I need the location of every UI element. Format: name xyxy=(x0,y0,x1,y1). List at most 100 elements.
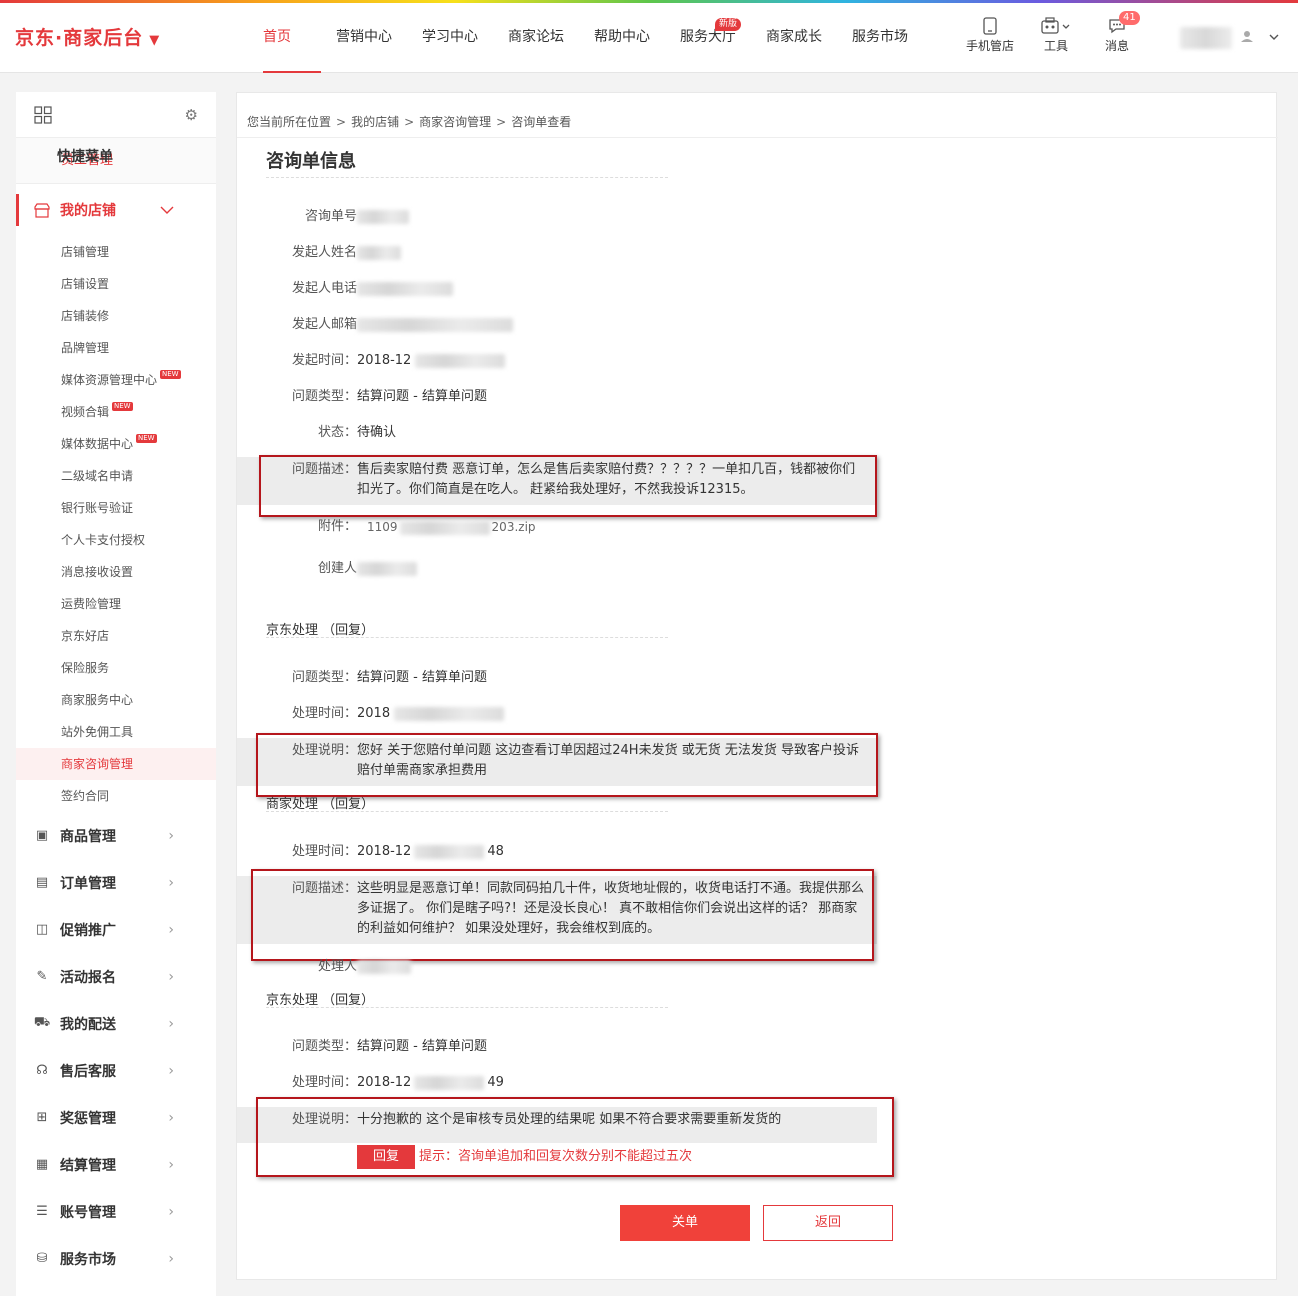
user-icon xyxy=(1241,31,1253,42)
blurred-value xyxy=(357,959,411,974)
sidebar-item-domain[interactable]: 二级域名申请 xyxy=(16,460,216,492)
jd-reply-2-title: 京东处理 （回复） xyxy=(266,993,375,1008)
sidebar-item-contract[interactable]: 签约合同 xyxy=(16,780,216,812)
nav-growth[interactable]: 商家成长 xyxy=(751,3,837,73)
sidebar-item-media-data[interactable]: 媒体数据中心 NEW xyxy=(16,428,216,460)
blurred-value xyxy=(357,209,409,224)
breadcrumb: 您当前所在位置 > 我的店铺 > 商家咨询管理 > 咨询单查看 xyxy=(247,115,572,129)
sidebar-item-freight-insurance[interactable]: 运费险管理 xyxy=(16,588,216,620)
sidebar-group-account[interactable]: ☰ 账号管理 › xyxy=(16,1188,216,1235)
user-menu[interactable] xyxy=(1240,29,1280,47)
highlight-box xyxy=(256,733,878,797)
sidebar-group-market[interactable]: ⛁ 服务市场 › xyxy=(16,1235,216,1282)
back-button[interactable]: 返回 xyxy=(763,1205,893,1241)
section-divider xyxy=(266,1007,668,1008)
sidebar-item-video[interactable]: 视频合辑 NEW xyxy=(16,396,216,428)
nav-service-market[interactable]: 服务市场 xyxy=(837,3,923,73)
chevron-down-icon xyxy=(160,206,174,214)
breadcrumb-current: 咨询单查看 xyxy=(511,115,572,129)
sidebar-group-goods[interactable]: ▣ 商品管理 › xyxy=(16,812,216,859)
truck-icon: ⛟ xyxy=(33,1015,51,1030)
quick-menu-title: 快捷菜单 xyxy=(57,149,113,165)
mobile-store-tool[interactable]: 手机管店 xyxy=(960,17,1020,54)
sidebar-item-store-decor[interactable]: 店铺装修 xyxy=(16,300,216,332)
sidebar-group-settlement[interactable]: ▦ 结算管理 › xyxy=(16,1141,216,1188)
chevron-right-icon: › xyxy=(168,1015,174,1032)
message-count-badge: 41 xyxy=(1119,11,1140,25)
nav-home[interactable]: 首页 xyxy=(263,3,321,73)
status-value: 待确认 xyxy=(357,425,397,440)
chevron-right-icon: › xyxy=(168,921,174,938)
chevron-right-icon: › xyxy=(168,874,174,891)
blurred-value xyxy=(357,281,453,296)
toolbox-icon xyxy=(1041,17,1070,34)
sidebar-item-jd-good-store[interactable]: 京东好店 xyxy=(16,620,216,652)
breadcrumb-my-store[interactable]: 我的店铺 xyxy=(351,115,399,129)
sidebar-item-store-manage[interactable]: 店铺管理 xyxy=(16,236,216,268)
user-name-blurred[interactable] xyxy=(1180,27,1232,49)
sidebar-item-insurance[interactable]: 保险服务 xyxy=(16,652,216,684)
chevron-right-icon: › xyxy=(168,1203,174,1220)
section-divider xyxy=(266,811,668,812)
nav-service-hall[interactable]: 服务大厅 新版 xyxy=(665,3,751,73)
sidebar-group-promotion[interactable]: ◫ 促销推广 › xyxy=(16,906,216,953)
blurred-value xyxy=(399,520,490,535)
blurred-value xyxy=(394,706,505,721)
blurred-value xyxy=(357,317,513,332)
nav-learning[interactable]: 学习中心 xyxy=(407,3,493,73)
title-divider xyxy=(266,177,668,178)
chevron-right-icon: › xyxy=(168,968,174,985)
quick-item-staff[interactable]: 员工管理 xyxy=(16,138,216,184)
blurred-value xyxy=(357,245,401,260)
sidebar-item-offsite-tool[interactable]: 站外免佣工具 xyxy=(16,716,216,748)
chevron-down-icon xyxy=(1269,34,1279,40)
sidebar-item-media-resource[interactable]: 媒体资源管理中心 NEW xyxy=(16,364,216,396)
chevron-right-icon: › xyxy=(168,1062,174,1079)
sidebar-group-aftersale[interactable]: ☊ 售后客服 › xyxy=(16,1047,216,1094)
chevron-right-icon: › xyxy=(168,1156,174,1173)
sidebar-item-card-auth[interactable]: 个人卡支付授权 xyxy=(16,524,216,556)
sidebar-group-rewards[interactable]: ⊞ 奖惩管理 › xyxy=(16,1094,216,1141)
logo-caret-icon[interactable]: ▼ xyxy=(149,33,160,48)
nav-help[interactable]: 帮助中心 xyxy=(579,3,665,73)
sidebar-item-bank-verify[interactable]: 银行账号验证 xyxy=(16,492,216,524)
top-header: 京东·商家后台 ▼ 首页 营销中心 学习中心 商家论坛 帮助中心 服务大厅 新版 商… xyxy=(0,3,1298,73)
sidebar-item-consult-manage[interactable]: 商家咨询管理 xyxy=(16,748,216,780)
nav-forum[interactable]: 商家论坛 xyxy=(493,3,579,73)
nav-marketing[interactable]: 营销中心 xyxy=(321,3,407,73)
sidebar-item-store-settings[interactable]: 店铺设置 xyxy=(16,268,216,300)
sidebar-group-my-store[interactable]: 我的店铺 xyxy=(16,184,216,236)
sidebar-item-merchant-service[interactable]: 商家服务中心 xyxy=(16,684,216,716)
database-icon: ⛁ xyxy=(36,1251,48,1266)
account-icon: ☰ xyxy=(36,1204,48,1219)
sidebar-item-brand[interactable]: 品牌管理 xyxy=(16,332,216,364)
new-tag: NEW xyxy=(136,434,157,443)
sidebar-group-orders[interactable]: ▤ 订单管理 › xyxy=(16,859,216,906)
blurred-value xyxy=(357,561,417,576)
blurred-value xyxy=(415,353,506,368)
chevron-right-icon: › xyxy=(168,827,174,844)
promotion-icon: ◫ xyxy=(35,922,49,937)
sidebar-item-msg-settings[interactable]: 消息接收设置 xyxy=(16,556,216,588)
new-tag: NEW xyxy=(160,370,181,379)
grid-icon xyxy=(34,105,52,124)
gear-icon[interactable]: ⚙ xyxy=(185,106,198,124)
goods-icon: ▣ xyxy=(35,828,49,843)
main-nav: 首页 营销中心 学习中心 商家论坛 帮助中心 服务大厅 新版 商家成长 服务市场 xyxy=(263,3,923,73)
page-title: 咨询单信息 xyxy=(266,151,356,172)
breadcrumb-consult-manage[interactable]: 商家咨询管理 xyxy=(419,115,491,129)
tools-menu[interactable]: 工具 xyxy=(1026,17,1086,54)
activity-icon: ✎ xyxy=(36,969,48,984)
breadcrumb-divider xyxy=(237,137,1278,138)
sidebar-group-delivery[interactable]: ⛟ 我的配送 › xyxy=(16,1000,216,1047)
logo[interactable]: 京东·商家后台 ▼ xyxy=(15,23,160,50)
blurred-value xyxy=(414,1075,485,1090)
messages[interactable]: 消息 41 xyxy=(1087,11,1147,54)
order-icon: ▤ xyxy=(35,875,49,890)
attachment-link[interactable]: 1109 203.zip xyxy=(367,517,877,537)
merchant-reply-title: 商家处理 （回复） xyxy=(266,797,375,812)
quick-menu-header: 快捷菜单 ⚙ xyxy=(16,92,216,165)
sidebar-group-activity[interactable]: ✎ 活动报名 › xyxy=(16,953,216,1000)
store-icon xyxy=(34,203,50,218)
close-ticket-button[interactable]: 关单 xyxy=(620,1205,750,1241)
